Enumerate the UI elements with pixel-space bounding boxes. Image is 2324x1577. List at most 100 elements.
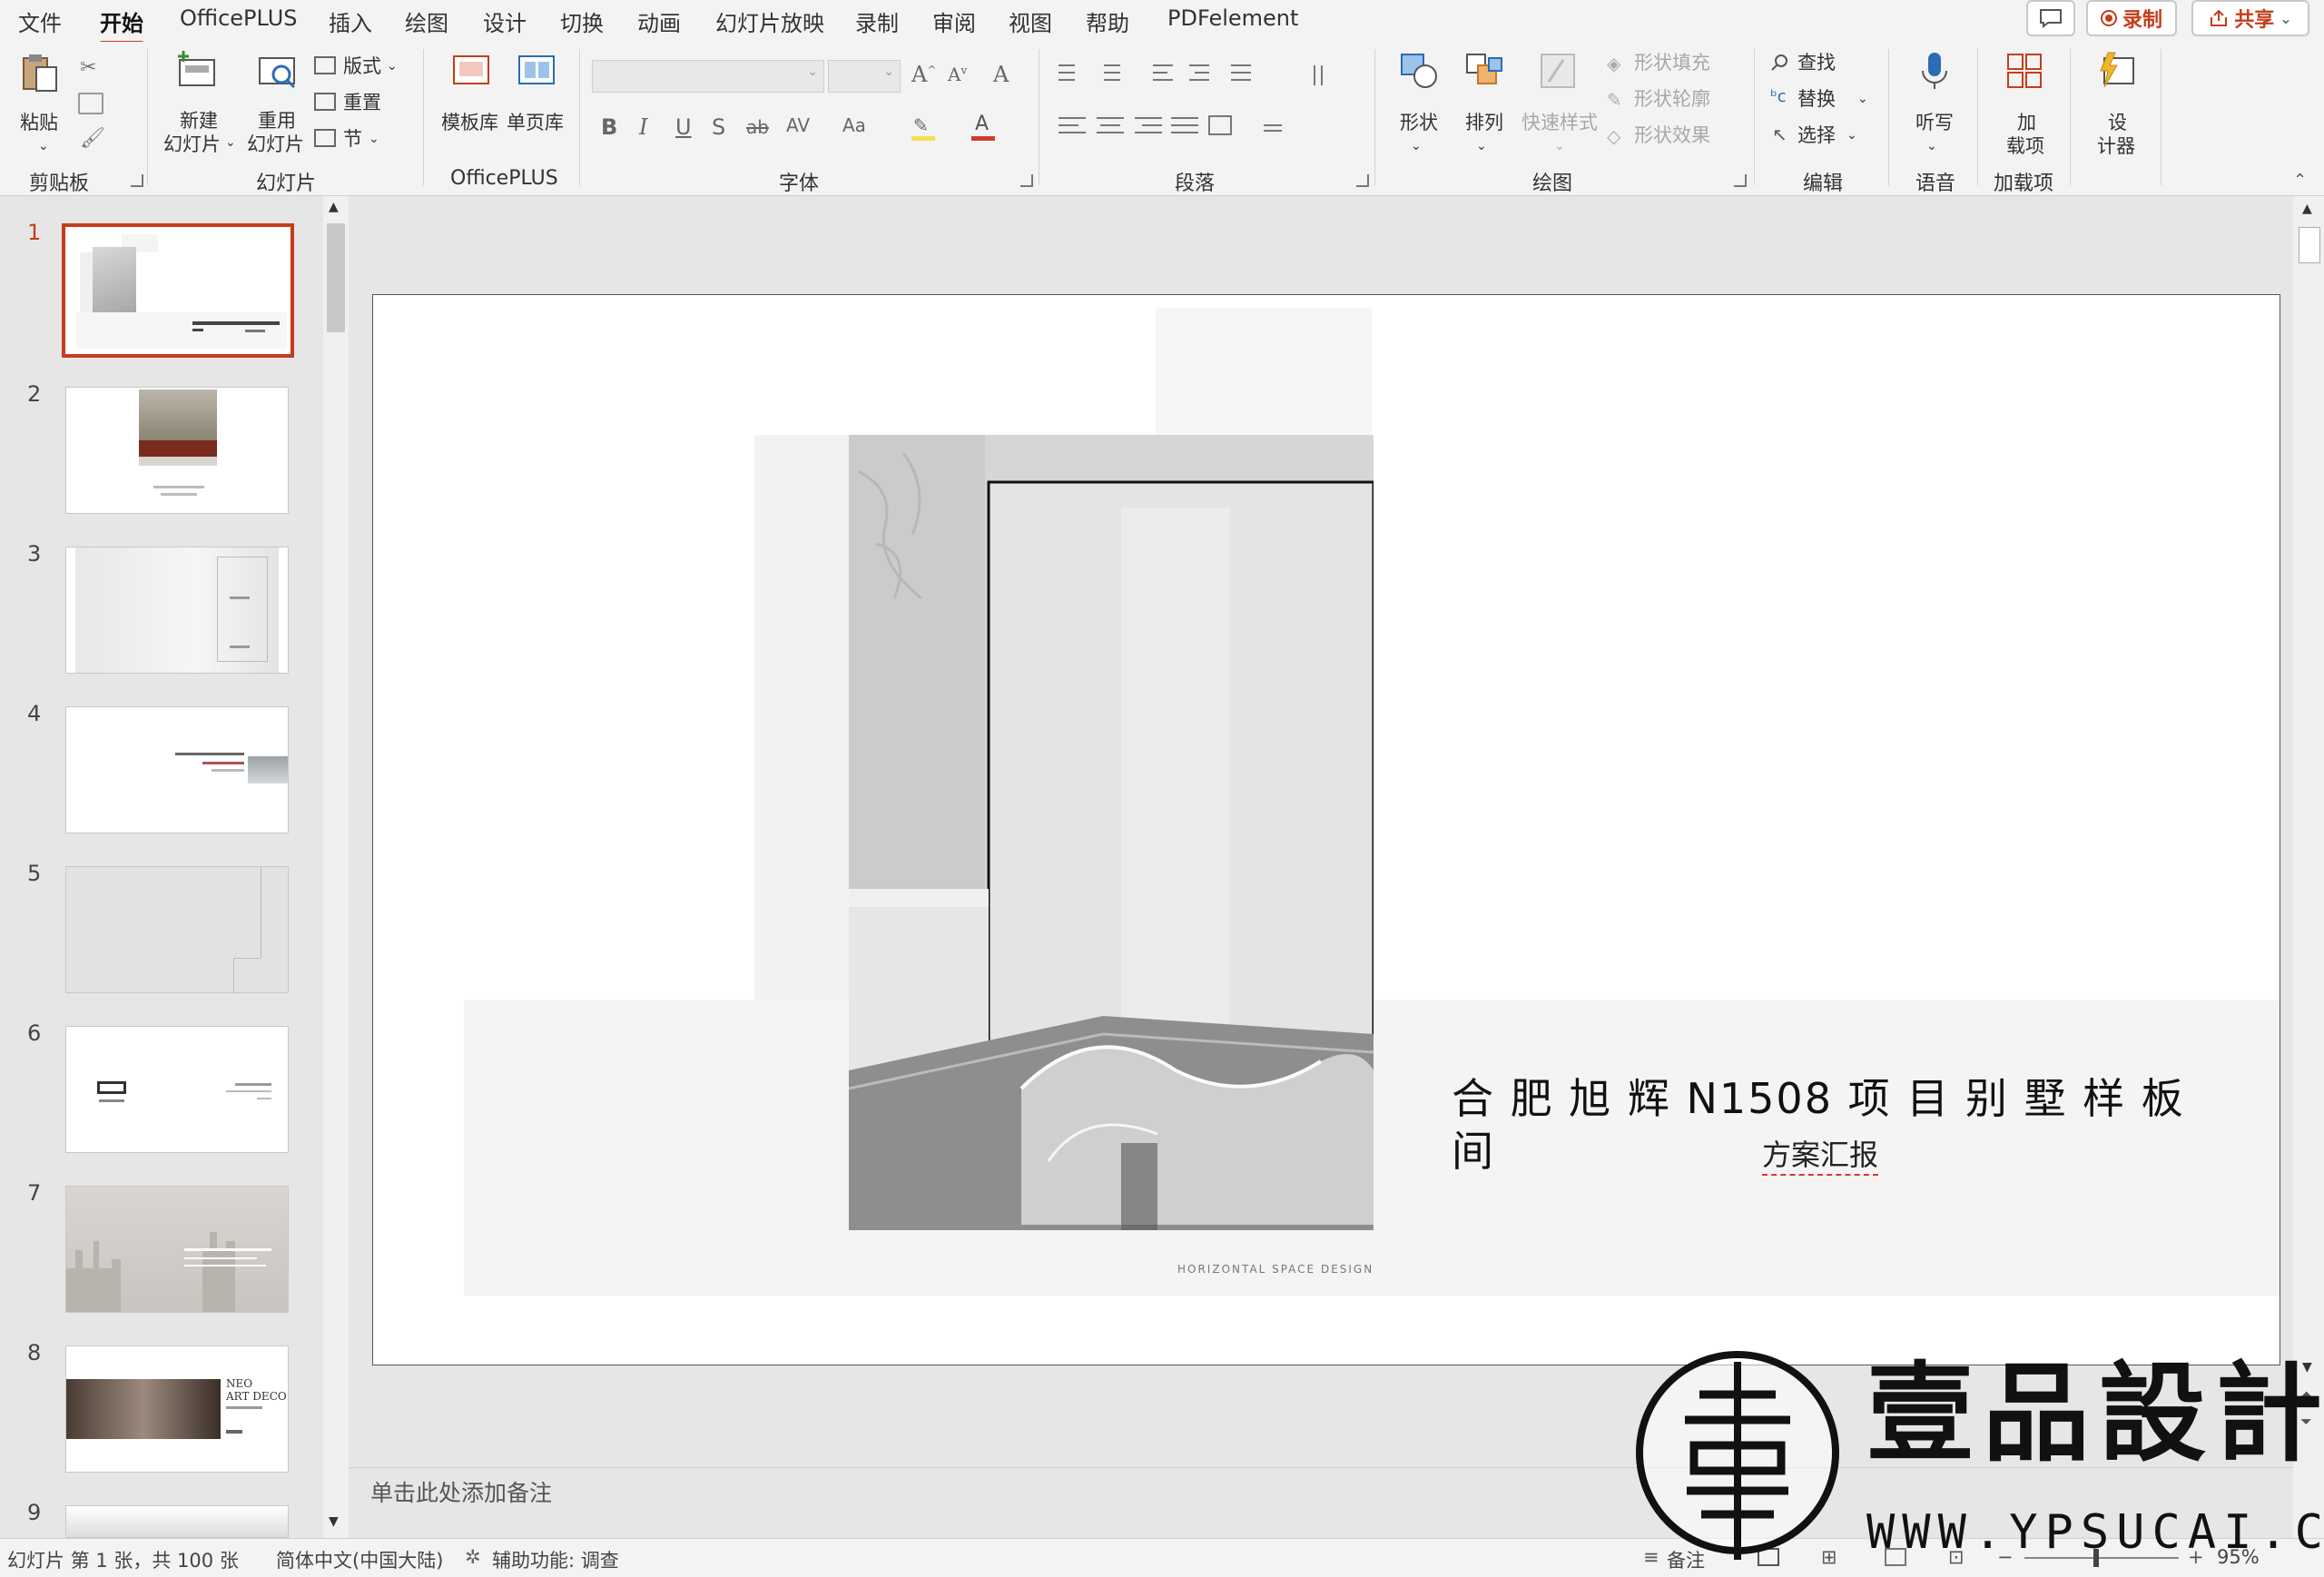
- shapes-button[interactable]: 形状 ⌄: [1391, 51, 1447, 160]
- highlight-color-swatch: [911, 136, 935, 141]
- scrollbar-thumb[interactable]: [2299, 227, 2320, 263]
- menu-file[interactable]: 文件: [18, 5, 62, 37]
- addins-button[interactable]: 加 载项: [1994, 51, 2057, 160]
- slide-thumbnail-7[interactable]: [65, 1186, 289, 1313]
- thumbnail-title-line: [192, 329, 203, 331]
- menu-slideshow[interactable]: 幻灯片放映: [715, 5, 824, 37]
- slide-count-status: 幻灯片 第 1 张，共 100 张: [7, 1550, 239, 1572]
- find-button[interactable]: 查找: [1770, 51, 1870, 78]
- font-name-combo[interactable]: ⌄: [592, 60, 824, 93]
- menu-help[interactable]: 帮助: [1086, 5, 1129, 37]
- slide-thumbnail-6[interactable]: [65, 1026, 289, 1153]
- chevron-down-icon: ⌄: [369, 132, 379, 146]
- strikethrough-button[interactable]: ab: [746, 116, 769, 138]
- template-library-icon: [453, 55, 489, 84]
- designer-button[interactable]: 设 计器: [2084, 51, 2148, 160]
- clipboard-launcher-icon[interactable]: [131, 174, 143, 187]
- select-button[interactable]: ↖ 选择 ⌄: [1770, 123, 1870, 151]
- shape-outline-button[interactable]: ✎ 形状轮廓: [1607, 87, 1734, 114]
- notes-placeholder[interactable]: 单击此处添加备注: [370, 1475, 552, 1508]
- decrease-font-icon[interactable]: Av: [948, 64, 967, 85]
- shape-effects-button[interactable]: ◇ 形状效果: [1607, 123, 1734, 151]
- highlight-button[interactable]: ✎: [911, 114, 939, 142]
- shape-fill-button[interactable]: ◈ 形状填充: [1607, 51, 1734, 78]
- quick-styles-button[interactable]: 快速样式 ⌄: [1518, 51, 1601, 160]
- cut-icon[interactable]: ✂: [80, 56, 100, 79]
- slide-thumbnail-4[interactable]: [65, 706, 289, 833]
- reuse-slides-button[interactable]: 重用 幻灯片: [247, 49, 310, 158]
- template-library-button[interactable]: 模板库: [439, 51, 505, 151]
- shadow-button[interactable]: S: [712, 114, 725, 140]
- record-button[interactable]: 录制: [2086, 0, 2177, 36]
- language-status[interactable]: 简体中文(中国大陆): [276, 1546, 443, 1573]
- font-size-combo[interactable]: ⌄: [828, 60, 901, 93]
- bold-button[interactable]: B: [601, 114, 617, 140]
- slide-scrollbar[interactable]: ▲ ▼ ⏶ ⏷: [2293, 196, 2324, 1538]
- new-slide-button[interactable]: 新建 幻灯片 ⌄: [162, 49, 238, 158]
- menu-design[interactable]: 设计: [483, 5, 527, 37]
- comments-button[interactable]: [2026, 0, 2075, 36]
- slide-thumbnail-3[interactable]: [65, 547, 289, 674]
- slide-canvas[interactable]: 合 肥 旭 辉 N1508 项 目 别 墅 样 板 间 方案汇报 HORIZON…: [372, 294, 2280, 1365]
- scroll-up-icon[interactable]: ▲: [329, 200, 339, 214]
- section-button[interactable]: 节 ⌄: [314, 127, 405, 153]
- drawing-launcher-icon[interactable]: [1734, 174, 1747, 187]
- collapse-ribbon-icon[interactable]: ⌃: [2293, 171, 2307, 190]
- increase-font-icon[interactable]: A^: [911, 62, 936, 87]
- single-page-library-button[interactable]: 单页库: [505, 51, 570, 151]
- thumbnail-content: [99, 1099, 124, 1102]
- font-color-button[interactable]: A: [971, 113, 999, 142]
- menu-draw[interactable]: 绘图: [405, 5, 448, 37]
- slide-thumbnail-8[interactable]: NEO ART DECO: [65, 1345, 289, 1473]
- italic-button[interactable]: I: [639, 114, 647, 140]
- paste-button[interactable]: 粘贴 ⌄: [11, 51, 65, 153]
- scroll-down-icon[interactable]: ▼: [329, 1514, 339, 1529]
- copy-icon[interactable]: [78, 93, 103, 114]
- arrange-button[interactable]: 排列 ⌄: [1456, 51, 1512, 160]
- paragraph-launcher-icon[interactable]: [1356, 174, 1369, 187]
- thumbnail-content: [212, 769, 244, 772]
- reset-button[interactable]: 重置: [314, 91, 405, 116]
- chevron-down-icon: ⌄: [1846, 128, 1857, 143]
- paragraph-controls[interactable]: [1053, 60, 1362, 151]
- menu-animations[interactable]: 动画: [637, 5, 681, 37]
- shape-effects-label: 形状效果: [1634, 124, 1710, 146]
- menu-record[interactable]: 录制: [855, 5, 899, 37]
- menu-pdfelement[interactable]: PDFelement: [1167, 5, 1298, 31]
- underline-button[interactable]: U: [675, 114, 692, 140]
- slide-number: 5: [27, 861, 42, 886]
- menu-review[interactable]: 审阅: [932, 5, 976, 37]
- scroll-up-icon[interactable]: ▲: [2302, 202, 2312, 216]
- slide-thumbnail-5[interactable]: [65, 866, 289, 993]
- thumbnail-title: ART DECO: [226, 1390, 287, 1403]
- interior-photo: [849, 435, 1374, 1230]
- thumbnail-scrollbar[interactable]: ▲ ▼: [323, 196, 349, 1538]
- slide-thumbnail-9[interactable]: [65, 1505, 289, 1538]
- accessibility-status[interactable]: 辅助功能: 调查: [492, 1546, 619, 1573]
- clear-formatting-icon[interactable]: A: [993, 62, 1009, 87]
- change-case-button[interactable]: Aa: [842, 114, 866, 136]
- slide-title[interactable]: 合 肥 旭 辉 N1508 项 目 别 墅 样 板: [1452, 1072, 2250, 1125]
- dictate-button[interactable]: 听写 ⌄: [1906, 51, 1961, 160]
- slide-title-continued[interactable]: 间: [1452, 1125, 1493, 1178]
- slide-thumbnail-2[interactable]: [65, 387, 289, 514]
- menu-officeplus[interactable]: OfficePLUS: [180, 5, 298, 31]
- font-launcher-icon[interactable]: [1020, 174, 1033, 187]
- slide-number: 3: [27, 541, 42, 567]
- character-spacing-button[interactable]: AV: [786, 114, 810, 136]
- new-slide-label-2: 幻灯片: [163, 133, 221, 155]
- menu-home[interactable]: 开始: [100, 5, 143, 44]
- layout-button[interactable]: 版式 ⌄: [314, 54, 405, 80]
- thumbnail-content: [226, 1406, 262, 1409]
- menu-view[interactable]: 视图: [1009, 5, 1052, 37]
- slide-thumbnail-1[interactable]: [62, 223, 294, 358]
- replace-button[interactable]: ᵇc 替换 ⌄: [1770, 87, 1870, 114]
- scrollbar-thumb[interactable]: [327, 223, 345, 332]
- chevron-down-icon: ⌄: [1476, 139, 1487, 153]
- share-button[interactable]: 共享 ⌄: [2191, 0, 2309, 36]
- thumbnail-subtitle-line: [245, 330, 265, 332]
- menu-insert[interactable]: 插入: [329, 5, 372, 37]
- slide-subtitle[interactable]: 方案汇报: [1762, 1132, 1879, 1176]
- format-painter-icon[interactable]: 🖌: [80, 127, 105, 150]
- menu-transitions[interactable]: 切换: [560, 5, 604, 37]
